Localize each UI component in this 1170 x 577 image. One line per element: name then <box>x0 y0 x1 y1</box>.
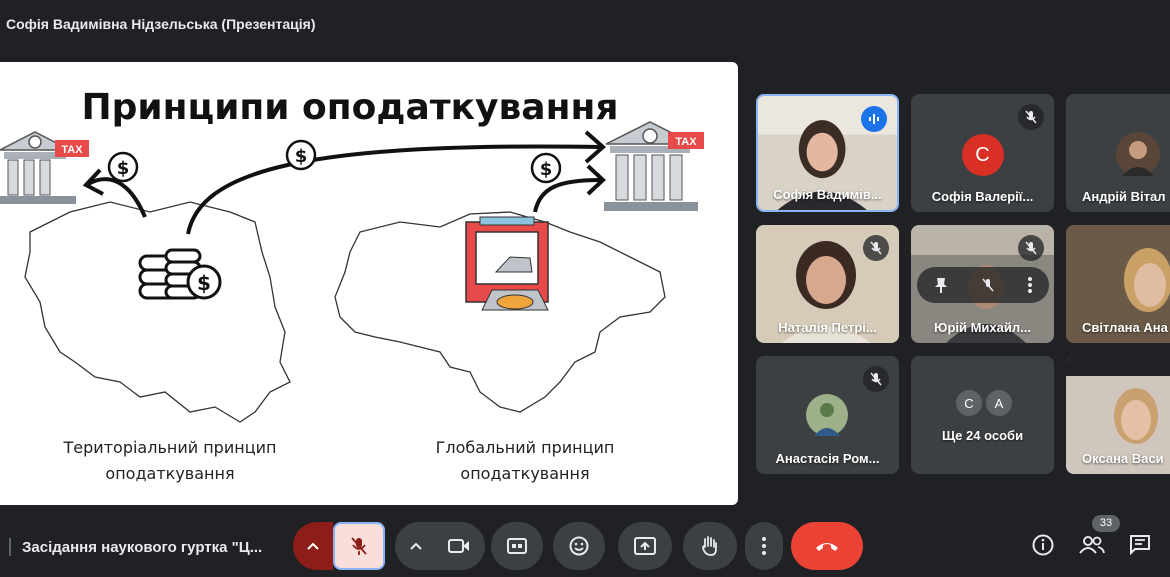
participant-name: Анастасія Ром... <box>775 451 880 466</box>
dollar-icon: $ <box>285 139 317 171</box>
tile-hover-controls <box>917 267 1049 303</box>
mic-toggle-button[interactable] <box>333 522 385 570</box>
slide-title: Принципи оподаткування <box>81 87 619 128</box>
caption-line: Територіальний принцип <box>63 438 277 457</box>
avatar: A <box>986 390 1012 416</box>
chat-icon <box>1130 535 1150 556</box>
more-options-icon[interactable] <box>1028 277 1033 293</box>
avatar: C <box>956 390 982 416</box>
video-group <box>395 522 485 570</box>
participant-tile[interactable]: Софія Вадимів... <box>756 94 899 212</box>
meeting-details-button[interactable] <box>1028 530 1058 560</box>
presentation-header: Софія Вадимівна Нідзельська (Презентація… <box>0 0 1170 46</box>
emoji-icon <box>569 536 589 556</box>
presenter-title: Софія Вадимівна Нідзельська (Презентація… <box>6 16 316 32</box>
factory-icon <box>465 216 549 311</box>
participant-tile[interactable]: Наталія Петрі... <box>756 225 899 343</box>
svg-text:$: $ <box>117 158 130 179</box>
pin-icon[interactable] <box>934 277 948 293</box>
avatar: C <box>961 134 1004 176</box>
mic-off-icon <box>863 366 889 392</box>
participant-tile[interactable]: Анастасія Ром... <box>756 356 899 474</box>
caption-line: Глобальний принцип <box>435 438 615 457</box>
camera-icon[interactable] <box>448 538 470 554</box>
dollar-icon: $ <box>530 152 562 184</box>
mic-off-icon <box>1018 104 1044 130</box>
speaking-indicator-icon <box>861 106 887 132</box>
raise-hand-button[interactable] <box>683 522 737 570</box>
participant-name: Софія Вадимів... <box>773 187 882 202</box>
arrow-from-factory <box>533 178 601 213</box>
meeting-name: Засідання наукового гуртка "Ц... <box>22 539 263 556</box>
participant-tile[interactable]: Оксана Васи <box>1066 356 1170 474</box>
present-icon <box>634 537 656 555</box>
participant-name: Андрій Вітал <box>1082 189 1166 204</box>
more-participants-tile[interactable]: C A Ще 24 особи <box>911 356 1054 474</box>
end-call-icon <box>816 543 838 551</box>
meet-window: Софія Вадимівна Нідзельська (Презентація… <box>0 0 1170 577</box>
dollar-icon: $ <box>107 151 139 183</box>
info-icon <box>1032 534 1054 556</box>
svg-text:TAX: TAX <box>675 136 697 148</box>
coin-stack-icon: $ <box>138 248 222 300</box>
audio-options-button[interactable] <box>293 522 333 570</box>
more-participants-avatars: C A <box>956 390 1012 416</box>
presentation-slide[interactable]: TAX TAX $ $ $ $ Принципи оподаткування Т… <box>0 62 738 505</box>
poland-map-outline <box>24 201 291 423</box>
hand-icon <box>702 536 717 556</box>
caption-line: оподаткування <box>460 464 590 483</box>
left-bank-icon: TAX <box>0 131 89 204</box>
mute-participant-icon[interactable] <box>981 278 995 292</box>
arrow-to-left-bank <box>87 177 147 218</box>
people-button[interactable] <box>1077 530 1107 560</box>
svg-text:TAX: TAX <box>61 144 83 156</box>
captions-icon <box>507 538 527 554</box>
mic-off-icon <box>863 235 889 261</box>
participant-tile[interactable]: Андрій Вітал <box>1066 94 1170 212</box>
present-screen-button[interactable] <box>618 522 672 570</box>
leave-call-button[interactable] <box>791 522 863 570</box>
more-participants-label: Ще 24 особи <box>941 428 1024 443</box>
participant-name: Оксана Васи <box>1082 451 1164 466</box>
svg-text:$: $ <box>295 146 308 167</box>
avatar <box>806 394 848 436</box>
participant-name: Наталія Петрі... <box>778 320 877 335</box>
chevron-up-icon[interactable] <box>410 542 422 550</box>
mic-off-icon <box>351 537 367 555</box>
people-icon <box>1079 536 1105 554</box>
territorial-principle-caption: Територіальний принцип оподаткування <box>40 435 300 487</box>
more-vert-icon <box>762 537 766 555</box>
svg-text:$: $ <box>540 159 553 180</box>
caption-line: оподаткування <box>105 464 235 483</box>
reactions-button[interactable] <box>553 522 605 570</box>
more-options-button[interactable] <box>745 522 783 570</box>
divider <box>9 538 11 556</box>
chevron-up-icon <box>307 542 319 550</box>
svg-text:$: $ <box>197 271 211 295</box>
participant-name: Софія Валерії... <box>931 189 1034 204</box>
meeting-toolbar: Засідання наукового гуртка "Ц... <box>0 512 1170 577</box>
participant-tile[interactable]: Юрій Михайл... <box>911 225 1054 343</box>
participant-count-badge: 33 <box>1092 515 1120 532</box>
captions-button[interactable] <box>491 522 543 570</box>
participant-name: Юрій Михайл... <box>934 320 1031 335</box>
chat-button[interactable] <box>1125 530 1155 560</box>
mic-off-icon <box>1018 235 1044 261</box>
right-bank-icon: TAX <box>604 121 704 211</box>
global-principle-caption: Глобальний принцип оподаткування <box>410 435 640 487</box>
participant-tile[interactable]: C Софія Валерії... <box>911 94 1054 212</box>
participant-tile[interactable]: Світлана Ана <box>1066 225 1170 343</box>
participant-name: Світлана Ана <box>1082 320 1168 335</box>
avatar <box>1116 132 1160 176</box>
